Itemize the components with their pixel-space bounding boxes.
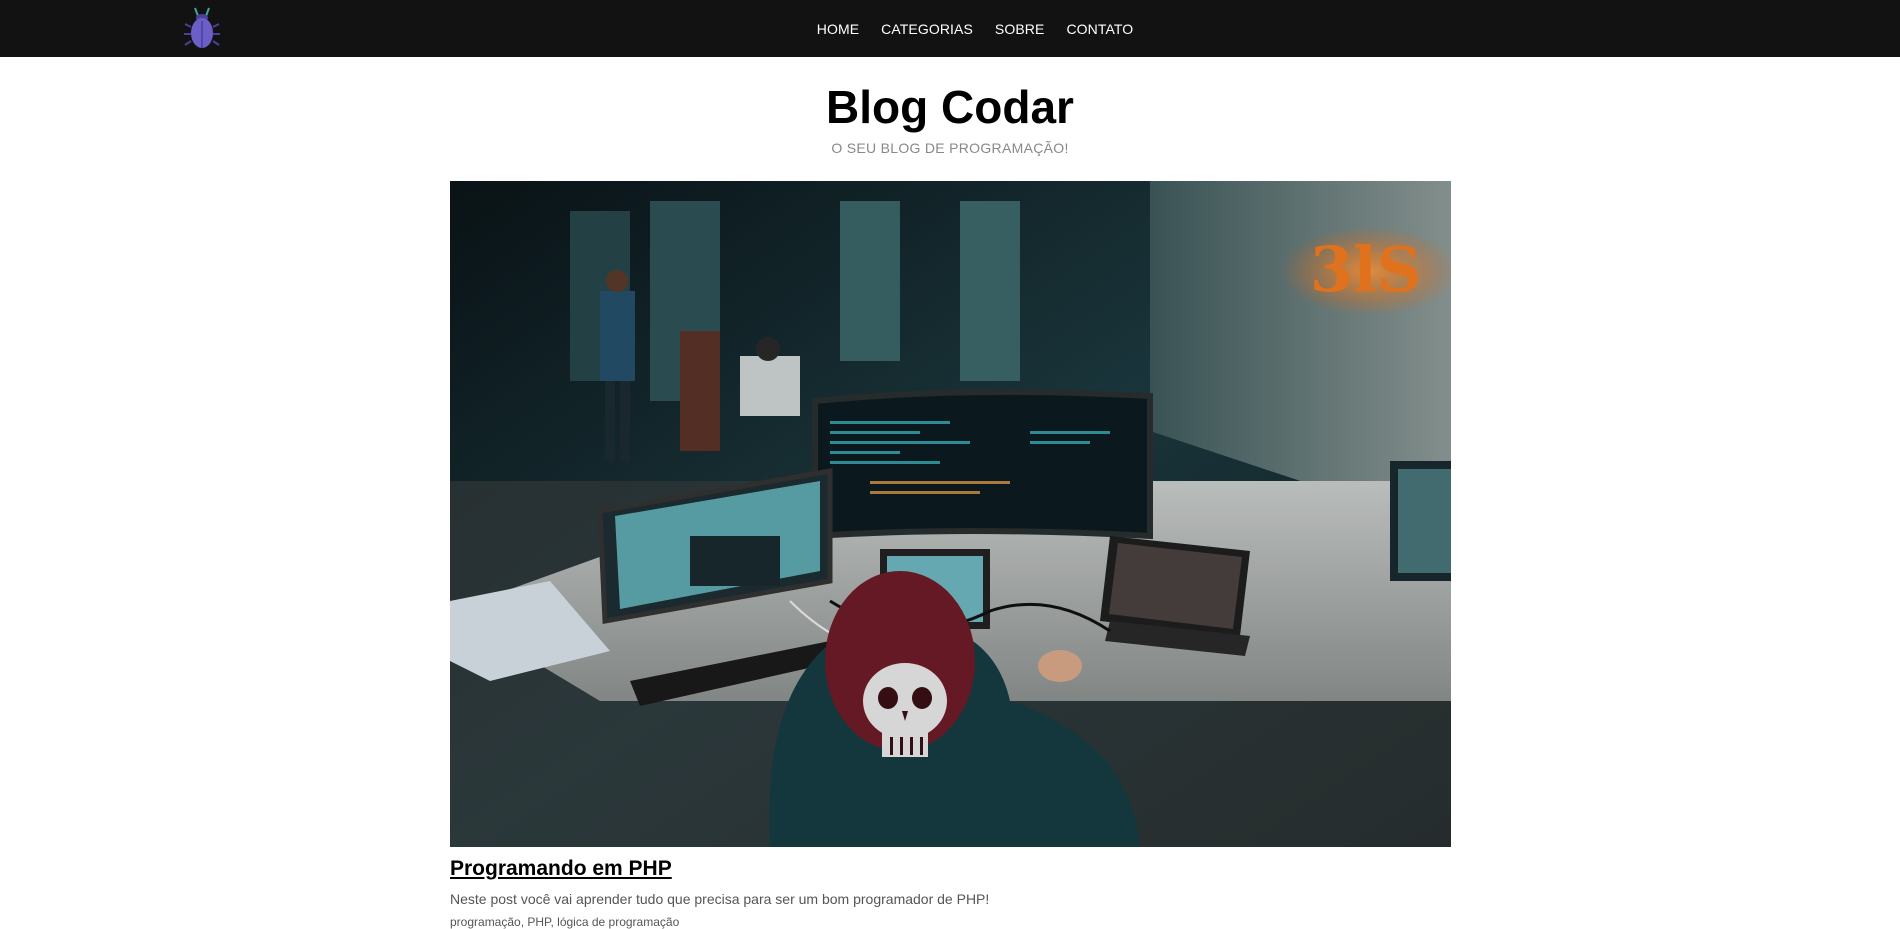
nav-home-link[interactable]: HOME <box>817 21 859 37</box>
main-nav: HOME CATEGORIAS SOBRE CONTATO <box>0 0 1900 57</box>
nav-contato-link[interactable]: CONTATO <box>1066 21 1133 37</box>
site-title: Blog Codar <box>826 81 1074 133</box>
top-navbar: HOME CATEGORIAS SOBRE CONTATO <box>0 0 1900 57</box>
nav-categorias-link[interactable]: CATEGORIAS <box>881 21 973 37</box>
post-title-link[interactable]: Programando em PHP <box>450 857 672 881</box>
nav-sobre-link[interactable]: SOBRE <box>995 21 1045 37</box>
post-excerpt: Neste post você vai aprender tudo que pr… <box>450 891 990 907</box>
post-hero-image[interactable]: 3lS <box>450 181 1451 847</box>
site-subtitle: O SEU BLOG DE PROGRAMAÇÃO! <box>831 140 1069 156</box>
